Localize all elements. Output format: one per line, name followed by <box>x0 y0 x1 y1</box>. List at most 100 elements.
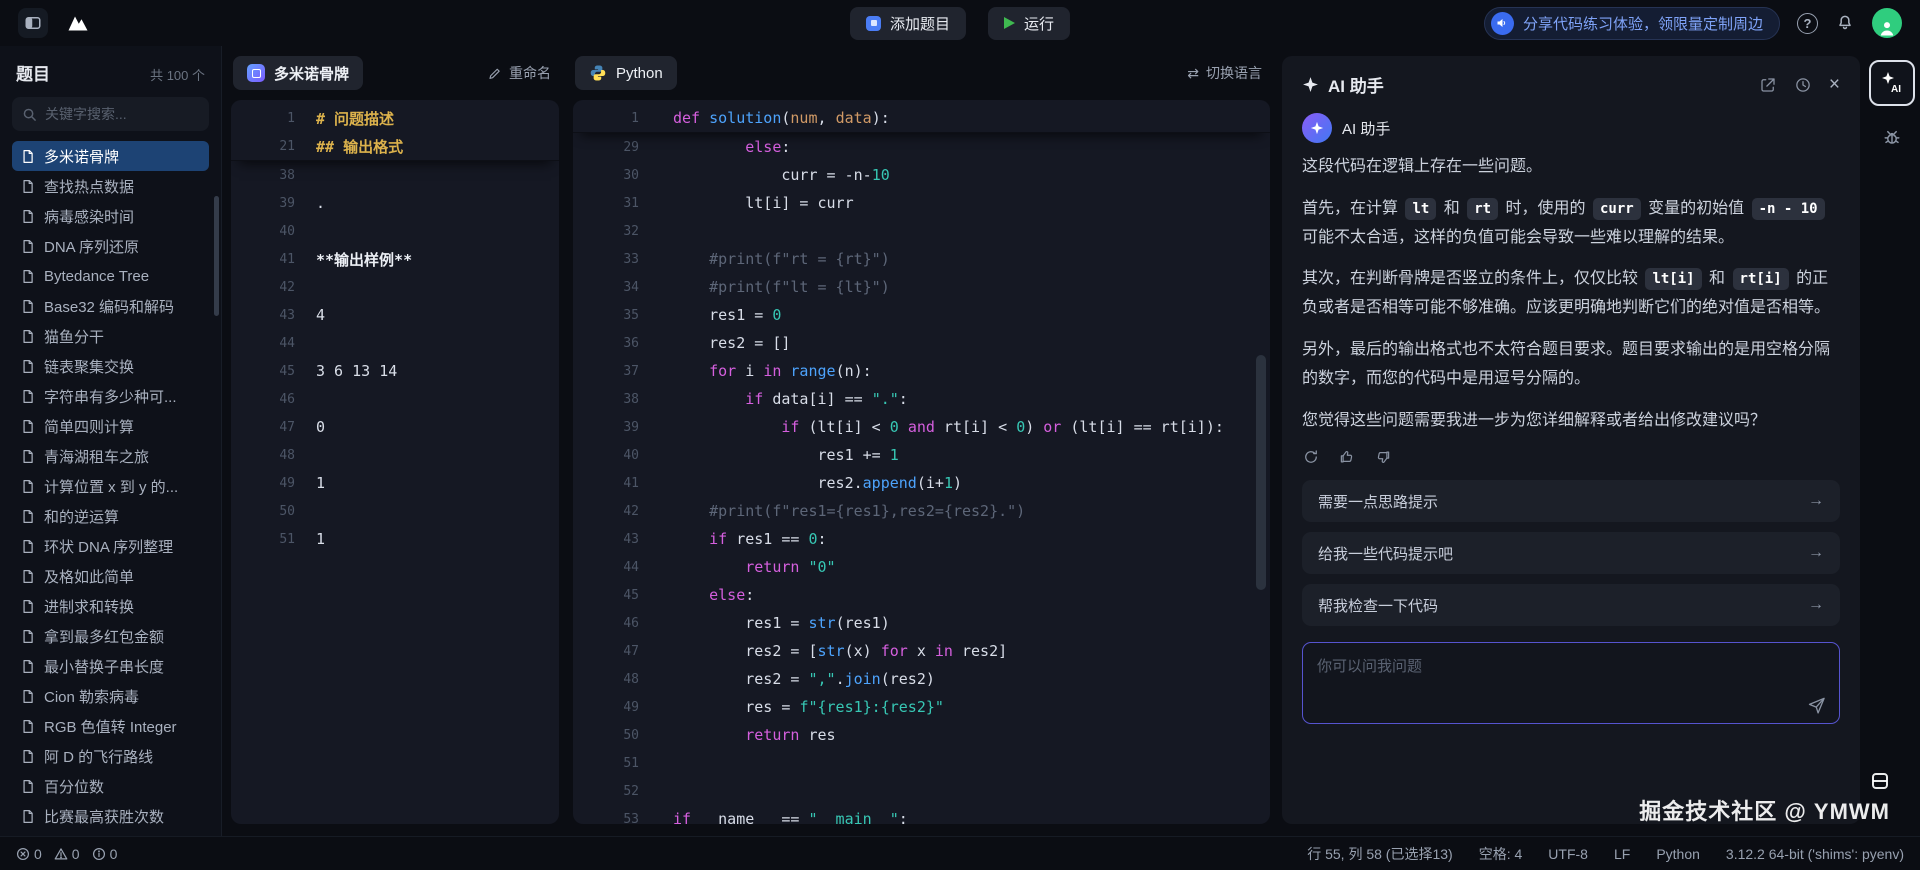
editor-line[interactable]: 42 #print(f"res1={res1},res2={res2}.") <box>573 497 1270 525</box>
editor-line[interactable]: 34 #print(f"lt = {lt}") <box>573 273 1270 301</box>
sidebar-problem-item[interactable]: 猫鱼分干 <box>12 321 209 351</box>
editor-line[interactable]: 1def solution(num, data): <box>573 104 1270 132</box>
indentation-setting[interactable]: 空格: 4 <box>1479 844 1523 864</box>
problems-errors[interactable]: 0 <box>16 846 42 862</box>
editor-line[interactable]: 29 else: <box>573 133 1270 161</box>
thumbs-down-button[interactable] <box>1374 448 1392 466</box>
sidebar-problem-item[interactable]: 和的逆运算 <box>12 501 209 531</box>
editor-line[interactable]: 48 res2 = ",".join(res2) <box>573 665 1270 693</box>
sidebar-problem-item[interactable]: 环状 DNA 序列整理 <box>12 531 209 561</box>
ai-assistant-toggle-button[interactable]: AI <box>1869 60 1915 106</box>
ai-suggestion-button[interactable]: 给我一些代码提示吧→ <box>1302 532 1840 574</box>
editor-line[interactable]: 52 <box>573 777 1270 805</box>
editor-line[interactable]: 40 res1 += 1 <box>573 441 1270 469</box>
sidebar-problem-item[interactable]: 链表聚集交换 <box>12 351 209 381</box>
sidebar-problem-item[interactable]: 阿 D 的飞行路线 <box>12 741 209 771</box>
problems-warnings[interactable]: 0 <box>54 846 80 862</box>
ai-suggestion-button[interactable]: 需要一点思路提示→ <box>1302 480 1840 522</box>
editor-line[interactable]: 43 if res1 == 0: <box>573 525 1270 553</box>
history-icon[interactable] <box>1794 76 1812 94</box>
editor-line[interactable]: 35 res1 = 0 <box>573 301 1270 329</box>
sidebar-problem-item[interactable]: DNA 序列还原 <box>12 231 209 261</box>
sidebar-problem-item[interactable]: 比赛最高获胜次数 <box>12 801 209 831</box>
sidebar-problem-item[interactable]: Bytedance Tree <box>12 261 209 291</box>
editor-line[interactable]: 36 res2 = [] <box>573 329 1270 357</box>
editor-line[interactable]: 511 <box>231 525 559 553</box>
sidebar-problem-item[interactable]: 查找热点数据 <box>12 171 209 201</box>
avatar[interactable] <box>1872 8 1902 38</box>
app-logo[interactable] <box>62 11 94 35</box>
ai-input-field[interactable] <box>1303 643 1839 701</box>
editor-line[interactable]: 44 <box>231 329 559 357</box>
editor-line[interactable]: 40 <box>231 217 559 245</box>
sidebar-problem-item[interactable]: 拿到最多红包金额 <box>12 621 209 651</box>
editor-line[interactable]: 39. <box>231 189 559 217</box>
sidebar-problem-item[interactable]: 字符串有多少种可... <box>12 381 209 411</box>
search-box[interactable] <box>12 97 209 131</box>
interpreter-version[interactable]: 3.12.2 64-bit ('shims': pyenv) <box>1726 846 1904 862</box>
editor-line[interactable]: 39 if (lt[i] < 0 and rt[i] < 0) or (lt[i… <box>573 413 1270 441</box>
sidebar-problem-item[interactable]: 计算位置 x 到 y 的... <box>12 471 209 501</box>
code-editor[interactable]: 1def solution(num, data): 29 else:30 cur… <box>573 100 1270 824</box>
editor-line[interactable]: 453 6 13 14 <box>231 357 559 385</box>
sidebar-problem-item[interactable]: 百分位数 <box>12 771 209 801</box>
switch-language-button[interactable]: ⇄ 切换语言 <box>1187 63 1262 83</box>
add-problem-button[interactable]: 添加题目 <box>850 7 966 40</box>
run-button[interactable]: 运行 <box>988 7 1070 40</box>
language-mode[interactable]: Python <box>1656 846 1700 862</box>
editor-line[interactable]: 37 for i in range(n): <box>573 357 1270 385</box>
editor-line[interactable]: 41 res2.append(i+1) <box>573 469 1270 497</box>
editor-line[interactable]: 470 <box>231 413 559 441</box>
cursor-position[interactable]: 行 55, 列 58 (已选择13) <box>1307 844 1453 864</box>
share-chat-icon[interactable] <box>1759 76 1777 94</box>
editor-line[interactable]: 30 curr = -n-10 <box>573 161 1270 189</box>
editor-line[interactable]: 38 if data[i] == ".": <box>573 385 1270 413</box>
debug-tool-button[interactable] <box>1881 126 1903 148</box>
code-editor-scrollbar[interactable] <box>1256 355 1266 590</box>
sidebar-problem-item[interactable]: 多米诺骨牌 <box>12 141 209 171</box>
notifications-icon[interactable] <box>1835 13 1855 33</box>
editor-line[interactable]: 33 #print(f"rt = {rt}") <box>573 245 1270 273</box>
editor-line[interactable]: 53if __name__ == "__main__": <box>573 805 1270 824</box>
sidebar-toggle-button[interactable] <box>18 8 48 38</box>
editor-line[interactable]: 49 res = f"{res1}:{res2}" <box>573 693 1270 721</box>
ai-input-box[interactable] <box>1302 642 1840 724</box>
close-icon[interactable]: × <box>1829 75 1840 94</box>
editor-line[interactable]: 48 <box>231 441 559 469</box>
editor-line[interactable]: 45 else: <box>573 581 1270 609</box>
editor-line[interactable]: 41**输出样例** <box>231 245 559 273</box>
sidebar-problem-item[interactable]: 简单四则计算 <box>12 411 209 441</box>
ai-suggestion-button[interactable]: 帮我检查一下代码→ <box>1302 584 1840 626</box>
sidebar-problem-item[interactable]: 最小替换子串长度 <box>12 651 209 681</box>
editor-line[interactable]: 38 <box>231 161 559 189</box>
search-input[interactable] <box>45 106 199 122</box>
editor-line[interactable]: 42 <box>231 273 559 301</box>
problems-infos[interactable]: 0 <box>92 846 118 862</box>
share-banner[interactable]: 分享代码练习体验，领限量定制周边 <box>1484 7 1780 40</box>
editor-line[interactable]: 46 res1 = str(res1) <box>573 609 1270 637</box>
sidebar-scrollbar[interactable] <box>214 196 219 316</box>
sidebar-problem-item[interactable]: 及格如此简单 <box>12 561 209 591</box>
help-button[interactable]: ? <box>1797 13 1818 34</box>
send-button[interactable] <box>1807 695 1827 715</box>
editor-line[interactable]: 50 return res <box>573 721 1270 749</box>
encoding[interactable]: UTF-8 <box>1548 846 1588 862</box>
problem-editor[interactable]: 1# 问题描述21## 输出格式 3839.4041**输出样例**424344… <box>231 100 559 824</box>
editor-line[interactable]: 31 lt[i] = curr <box>573 189 1270 217</box>
problem-title-chip[interactable]: 多米诺骨牌 <box>233 56 363 90</box>
editor-line[interactable]: 32 <box>573 217 1270 245</box>
editor-line[interactable]: 434 <box>231 301 559 329</box>
editor-line[interactable]: 491 <box>231 469 559 497</box>
editor-line[interactable]: 47 res2 = [str(x) for x in res2] <box>573 637 1270 665</box>
sidebar-problem-item[interactable]: RGB 色值转 Integer <box>12 711 209 741</box>
language-tab[interactable]: Python <box>575 56 677 90</box>
editor-line[interactable]: 44 return "0" <box>573 553 1270 581</box>
sidebar-problem-item[interactable]: 青海湖租车之旅 <box>12 441 209 471</box>
regenerate-button[interactable] <box>1302 448 1320 466</box>
sidebar-problem-item[interactable]: Cion 勒索病毒 <box>12 681 209 711</box>
sidebar-problem-item[interactable]: 进制求和转换 <box>12 591 209 621</box>
thumbs-up-button[interactable] <box>1338 448 1356 466</box>
rename-button[interactable]: 重命名 <box>487 63 551 83</box>
editor-line[interactable]: 21## 输出格式 <box>231 132 559 160</box>
editor-line[interactable]: 46 <box>231 385 559 413</box>
